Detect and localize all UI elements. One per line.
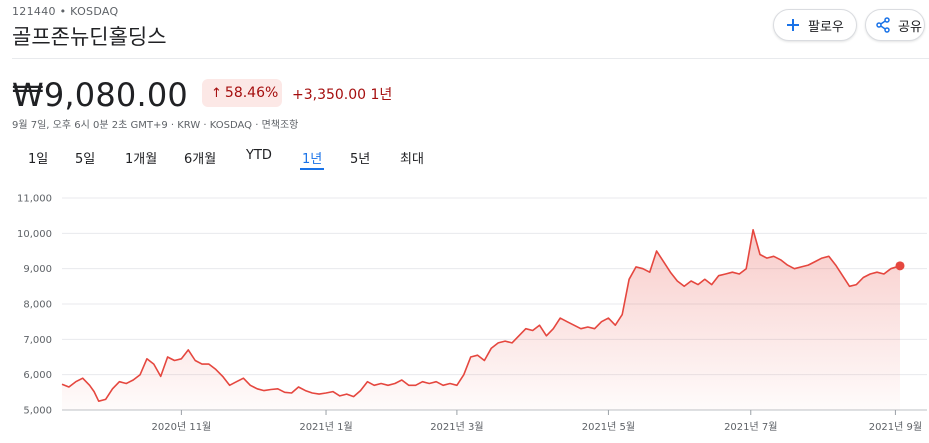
x-tick-label: 2021년 1월: [299, 421, 352, 433]
x-tick-label: 2021년 7월: [724, 421, 777, 433]
y-tick-label: 6,000: [23, 370, 52, 381]
x-tick-label: 2021년 5월: [582, 421, 635, 433]
y-tick-label: 7,000: [23, 335, 52, 346]
y-tick-label: 5,000: [23, 406, 52, 417]
y-tick-label: 11,000: [17, 194, 52, 205]
y-tick-label: 9,000: [23, 264, 52, 275]
ticker-exchange-label: 121440 • KOSDAQ: [12, 5, 119, 18]
tab-max[interactable]: 최대: [400, 148, 424, 167]
quote-meta: 9월 7일, 오후 6시 0분 2초 GMT+9 · KRW · KOSDAQ …: [12, 120, 299, 131]
tab-1d[interactable]: 1일: [28, 148, 48, 167]
x-tick-label: 2020년 11월: [152, 421, 212, 433]
latest-price-dot: [895, 261, 905, 271]
price-chart[interactable]: 5,000 6,000 7,000 8,000 9,000 10,000 11,000 20…: [0, 180, 929, 443]
share-label: 공유: [898, 19, 922, 35]
current-price: ₩9,080.00: [12, 76, 188, 114]
follow-button[interactable]: 팔로우: [773, 9, 857, 41]
share-button[interactable]: 공유: [865, 9, 925, 41]
tab-6m[interactable]: 6개월: [184, 148, 216, 167]
header-divider: [12, 58, 929, 59]
tab-1y[interactable]: 1년: [299, 148, 325, 170]
plus-icon: [784, 16, 802, 34]
share-icon: [874, 16, 892, 34]
tab-5y[interactable]: 5년: [350, 148, 370, 167]
x-tick-label: 2021년 9월: [869, 421, 922, 433]
y-tick-label: 10,000: [17, 229, 52, 240]
arrow-up-icon: ↑: [211, 85, 222, 101]
absolute-change: +3,350.00 1년: [292, 87, 393, 103]
company-name: 골프존뉴딘홀딩스: [12, 25, 167, 49]
tab-ytd[interactable]: YTD: [246, 148, 272, 163]
x-tick-label: 2021년 3월: [430, 421, 483, 433]
percent-change-badge: ↑ 58.46%: [202, 79, 282, 107]
tab-5d[interactable]: 5일: [75, 148, 95, 167]
follow-label: 팔로우: [808, 19, 844, 35]
percent-change-value: 58.46%: [224, 85, 279, 101]
y-tick-label: 8,000: [23, 300, 52, 311]
tab-1m[interactable]: 1개월: [125, 148, 157, 167]
